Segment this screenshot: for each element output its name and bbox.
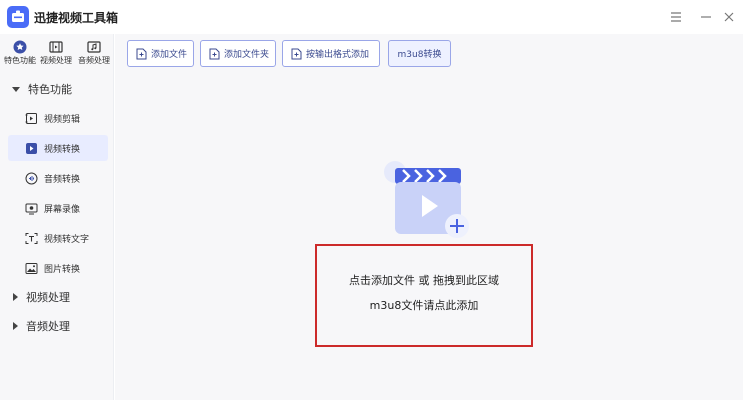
add-file-button[interactable]: 添加文件 [127, 40, 194, 67]
chevron-right-icon [13, 293, 18, 301]
sidebar-group-label: 音频处理 [26, 320, 70, 333]
add-file-label: 添加文件 [151, 50, 188, 60]
tab-featured[interactable]: 特色功能 [1, 38, 39, 72]
chevron-right-icon [13, 322, 18, 330]
sidebar-item-label: 视频剪辑 [44, 114, 81, 125]
sidebar-item-label: 音频转换 [44, 174, 81, 185]
m3u8-add-link[interactable]: m3u8文件请点此添加 [317, 297, 531, 313]
add-folder-icon [208, 48, 220, 60]
sidebar-item-image-convert[interactable]: 图片转换 [8, 255, 108, 281]
top-tabs: 特色功能 视频处理 音频处理 [0, 38, 114, 72]
sidebar: 特色功能 视频处理 音频处理 特色功能 视频剪辑 视频转换 音频转换 屏幕录像 … [0, 34, 114, 400]
tab-video-processing[interactable]: 视频处理 [37, 38, 75, 72]
sidebar-group-audio-processing[interactable]: 音频处理 [0, 315, 114, 337]
star-icon [13, 40, 27, 54]
chevron-down-icon [12, 86, 20, 92]
minimize-icon[interactable] [694, 6, 718, 28]
close-icon[interactable] [717, 6, 741, 28]
tab-label: 视频处理 [40, 56, 72, 65]
sidebar-item-video-convert[interactable]: 视频转换 [8, 135, 108, 161]
toolbar: 添加文件 添加文件夹 按输出格式添加 m3u8转换 [115, 40, 743, 68]
sidebar-item-video-edit[interactable]: 视频剪辑 [8, 105, 108, 131]
audio-convert-icon [24, 171, 38, 185]
screen-record-icon [24, 201, 38, 215]
video-edit-icon [24, 111, 38, 125]
add-folder-label: 添加文件夹 [224, 50, 270, 60]
add-by-format-label: 按输出格式添加 [306, 50, 370, 60]
sidebar-item-label: 图片转换 [44, 264, 81, 275]
sidebar-group-label: 视频处理 [26, 291, 70, 304]
drop-zone[interactable]: 点击添加文件 或 拖拽到此区域 m3u8文件请点此添加 [315, 244, 533, 347]
sidebar-item-video-to-text[interactable]: 视频转文字 [8, 225, 108, 251]
tab-label: 特色功能 [4, 56, 36, 65]
video-to-text-icon [24, 231, 38, 245]
film-icon [49, 41, 63, 53]
sidebar-item-label: 视频转换 [44, 144, 81, 155]
video-convert-icon [24, 141, 38, 155]
add-file-icon [135, 48, 147, 60]
sidebar-item-label: 视频转文字 [44, 234, 90, 245]
menu-icon[interactable] [664, 6, 688, 28]
video-add-icon[interactable] [381, 160, 477, 242]
m3u8-convert-label: m3u8转换 [397, 50, 442, 60]
title-bar: 迅捷视频工具箱 [0, 0, 743, 34]
image-convert-icon [24, 261, 38, 275]
sidebar-item-audio-convert[interactable]: 音频转换 [8, 165, 108, 191]
app-logo-icon [7, 6, 29, 28]
tab-label: 音频处理 [78, 56, 110, 65]
sidebar-group-video-processing[interactable]: 视频处理 [0, 286, 114, 308]
sidebar-group-label: 特色功能 [28, 83, 72, 96]
tab-audio-processing[interactable]: 音频处理 [75, 38, 113, 72]
music-icon [87, 41, 101, 53]
app-title: 迅捷视频工具箱 [34, 11, 119, 25]
main-panel: 添加文件 添加文件夹 按输出格式添加 m3u8转换 点击添加文件 或 拖拽到此区… [115, 34, 743, 400]
sidebar-item-label: 屏幕录像 [44, 204, 81, 215]
drop-zone-hint[interactable]: 点击添加文件 或 拖拽到此区域 [317, 272, 531, 288]
sidebar-group-featured[interactable]: 特色功能 [0, 78, 114, 100]
add-by-format-icon [290, 48, 302, 60]
sidebar-item-screen-record[interactable]: 屏幕录像 [8, 195, 108, 221]
add-folder-button[interactable]: 添加文件夹 [200, 40, 276, 67]
m3u8-convert-button[interactable]: m3u8转换 [388, 40, 451, 67]
add-by-format-button[interactable]: 按输出格式添加 [282, 40, 380, 67]
